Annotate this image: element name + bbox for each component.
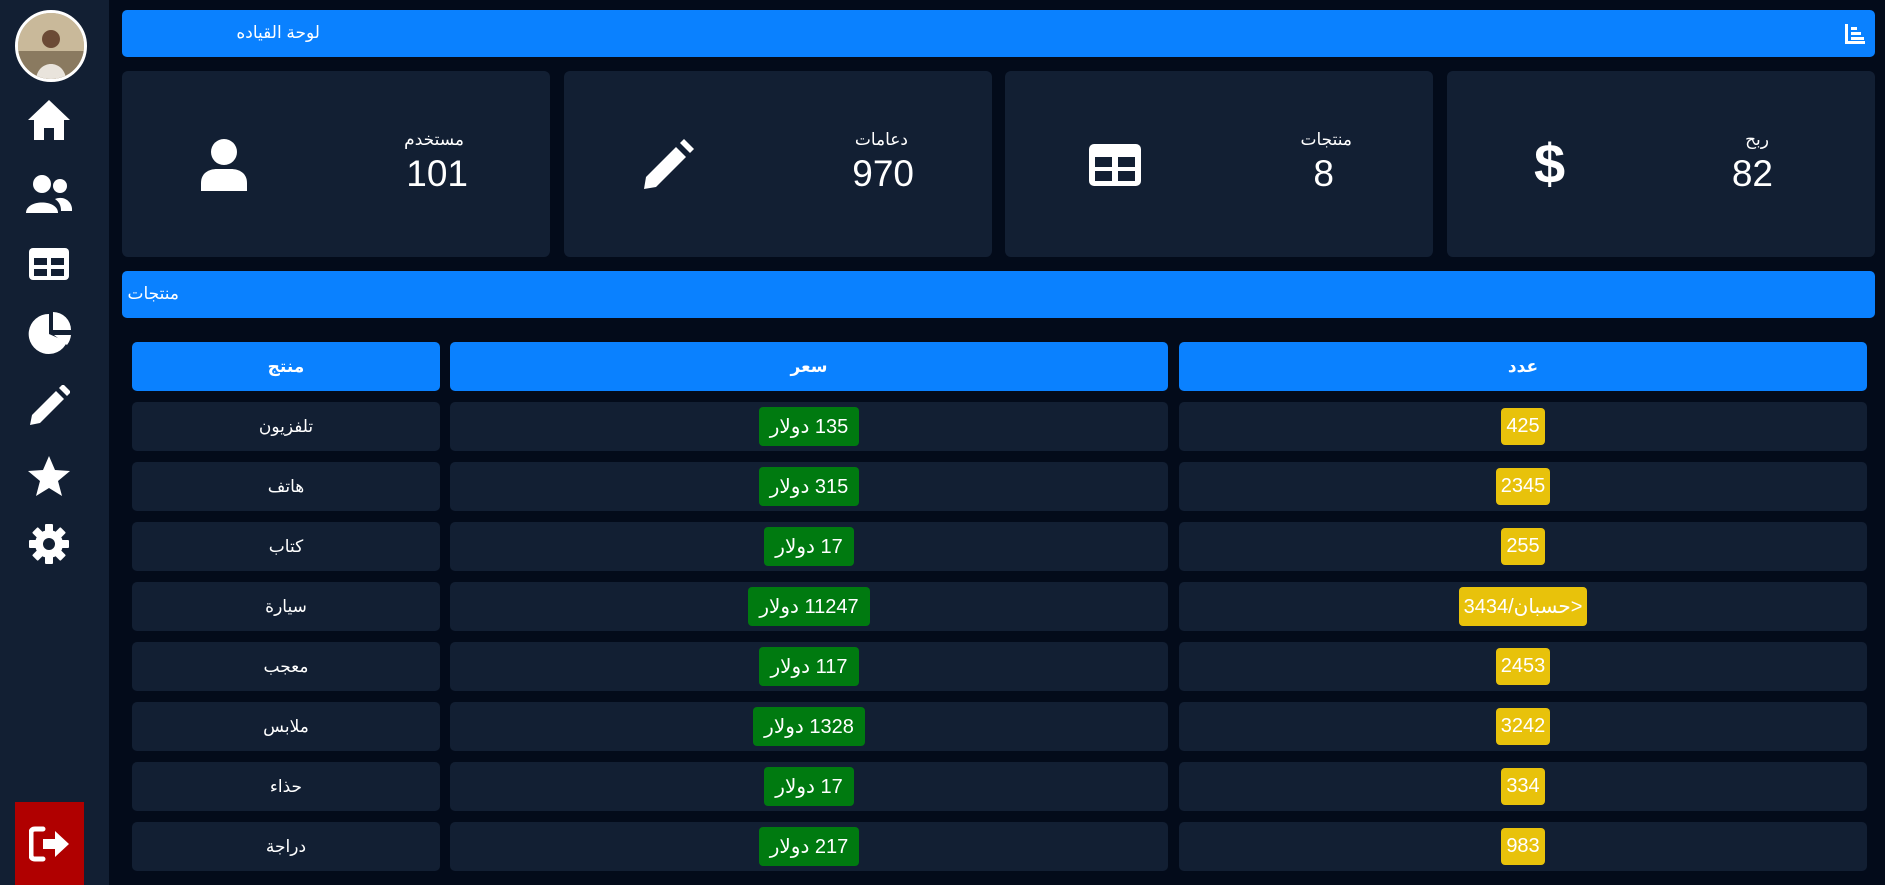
price-cell: 11247 دولار [450,582,1168,631]
column-header-product[interactable]: منتج [132,342,440,391]
count-badge: 255 [1501,528,1545,565]
price-badge: 315 دولار [758,467,860,506]
home-icon[interactable] [25,96,73,144]
stat-label: مستخدم [404,130,464,149]
price-cell: 217 دولار [450,822,1168,871]
page-title: لوحة القياده [236,23,320,42]
logout-button[interactable] [15,802,84,885]
star-icon[interactable] [25,452,73,500]
table-icon[interactable] [25,240,73,288]
product-name: كتاب [268,536,304,556]
count-cell: 983 [1179,822,1867,871]
count-badge: 425 [1501,408,1545,445]
product-name: تلفزيون [258,416,314,436]
count-cell: 255 [1179,522,1867,571]
price-cell: 315 دولار [450,462,1168,511]
price-cell: 17 دولار [450,522,1168,571]
user-icon [201,139,247,196]
logout-icon [28,826,69,861]
count-cell: 334 [1179,762,1867,811]
price-cell: 1328 دولار [450,702,1168,751]
section-title: منتجات [127,284,179,303]
stat-value: 970 [852,153,914,194]
users-icon[interactable] [25,170,73,218]
dollar-icon: $ [1534,132,1566,195]
product-cell: معجب [132,642,440,691]
dashboard-header: لوحة القياده [122,10,1875,57]
price-badge: 17 دولار [764,527,854,566]
count-cell: 425 [1179,402,1867,451]
product-cell: هاتف [132,462,440,511]
product-cell: سيارة [132,582,440,631]
stat-label: دعامات [854,130,908,149]
pie-chart-icon[interactable] [25,310,73,358]
product-name: ملابس [263,716,309,736]
product-cell: دراجة [132,822,440,871]
product-cell: ملابس [132,702,440,751]
count-badge: 2453 [1495,648,1551,685]
column-header-count[interactable]: عدد [1179,342,1867,391]
price-badge: 17 دولار [764,767,854,806]
chart-bar-icon[interactable] [1845,24,1865,49]
user-avatar[interactable] [15,10,87,82]
stat-card-profit: ربح 82 $ [1447,71,1875,257]
gear-icon[interactable] [25,520,73,568]
product-name: معجب [263,656,309,676]
count-badge: 983 [1501,828,1545,865]
price-badge: 11247 دولار [748,587,870,626]
product-name: هاتف [267,476,305,496]
price-badge: 135 دولار [758,407,860,446]
price-badge: 1328 دولار [753,707,865,746]
count-cell: 3242 [1179,702,1867,751]
stat-card-users: مستخدم 101 [122,71,550,257]
price-cell: 135 دولار [450,402,1168,451]
count-badge: 3434/حسبان> [1458,587,1588,626]
pencil-icon [642,139,694,196]
stat-card-supports: دعامات 970 [564,71,992,257]
stat-value: 82 [1731,153,1773,194]
table-icon [1089,144,1141,191]
price-badge: 117 دولار [759,647,859,686]
product-name: دراجة [265,836,307,856]
count-badge: 334 [1501,768,1545,805]
product-name: سيارة [265,596,307,616]
pencil-icon[interactable] [25,382,73,430]
stat-value: 8 [1313,153,1334,194]
product-cell: حذاء [132,762,440,811]
count-cell: 2453 [1179,642,1867,691]
product-cell: تلفزيون [132,402,440,451]
stat-label: منتجات [1300,130,1352,149]
product-cell: كتاب [132,522,440,571]
count-badge: 3242 [1495,708,1551,745]
count-cell: 3434/حسبان> [1179,582,1867,631]
price-badge: 217 دولار [758,827,860,866]
count-badge: 2345 [1495,468,1551,505]
count-cell: 2345 [1179,462,1867,511]
products-section-header: منتجات [122,271,1875,318]
sidebar [0,0,109,885]
column-header-price[interactable]: سعر [450,342,1168,391]
price-cell: 17 دولار [450,762,1168,811]
stat-label: ربح [1745,130,1769,149]
stat-card-products: منتجات 8 [1005,71,1433,257]
stat-value: 101 [406,153,468,194]
product-name: حذاء [269,776,303,796]
price-cell: 117 دولار [450,642,1168,691]
